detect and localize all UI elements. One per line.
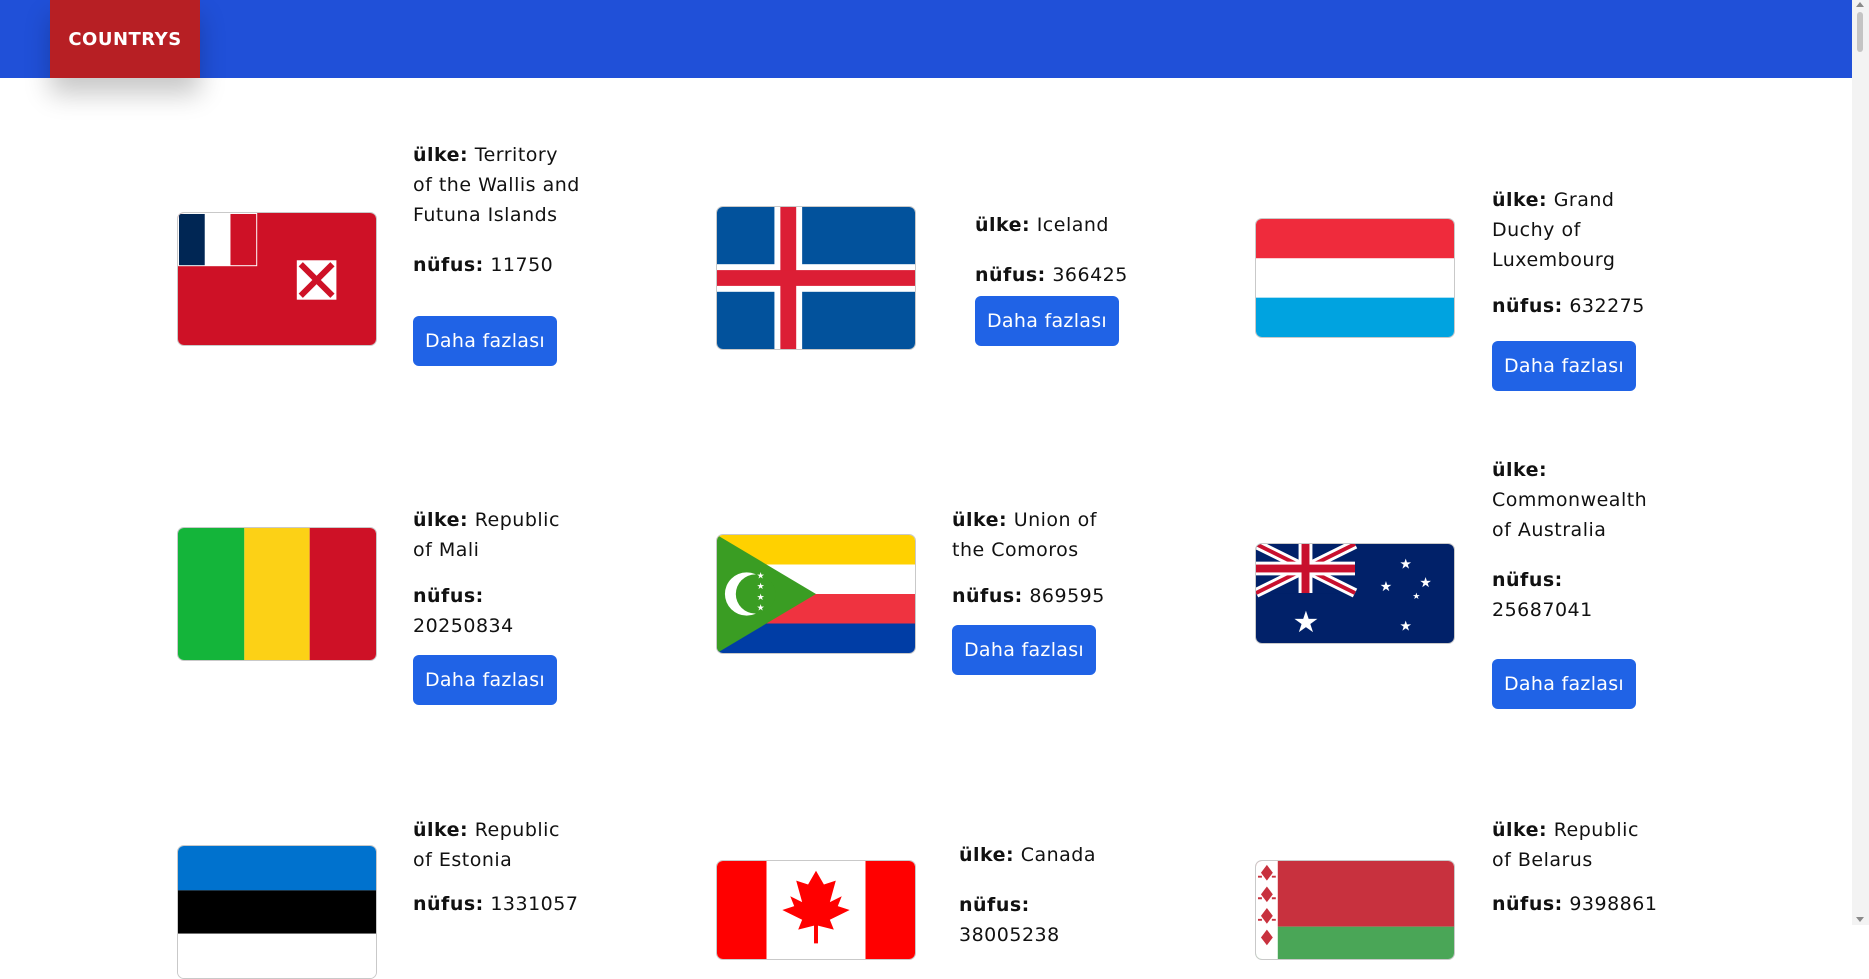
more-button[interactable]: Daha fazlası — [1492, 341, 1637, 391]
svg-text:★: ★ — [1400, 557, 1412, 573]
flag-mali — [177, 527, 377, 661]
country-line: ülke: Republic of Mali — [413, 509, 560, 561]
population-value: 1331057 — [490, 893, 579, 915]
country-line: ülke: Iceland — [975, 214, 1109, 236]
population-value: 869595 — [1029, 585, 1105, 607]
top-navbar: COUNTRYS — [0, 0, 1852, 78]
flag-canada — [716, 860, 916, 960]
more-button[interactable]: Daha fazlası — [413, 655, 558, 705]
population-line: nüfus: 20250834 — [413, 585, 514, 637]
flag-estonia — [177, 845, 377, 979]
flag-luxembourg — [1255, 218, 1455, 338]
scroll-down-arrow-icon[interactable] — [1856, 917, 1864, 922]
country-line: ülke: Grand Duchy of Luxembourg — [1492, 189, 1616, 271]
brand-logo[interactable]: COUNTRYS — [50, 0, 200, 78]
population-value: 11750 — [490, 254, 554, 276]
country-line: ülke: Territory of the Wallis and Futuna… — [413, 144, 580, 226]
flag-comoros: ★ ★ ★ ★ — [716, 534, 916, 654]
country-line: ülke: Commonwealth of Australia — [1492, 459, 1648, 541]
svg-text:★: ★ — [757, 582, 765, 592]
country-name: Commonwealth of Australia — [1492, 489, 1648, 541]
svg-text:★: ★ — [1412, 592, 1420, 602]
more-button[interactable]: Daha fazlası — [1492, 659, 1637, 709]
svg-text:★: ★ — [1293, 605, 1320, 639]
svg-text:★: ★ — [1419, 575, 1431, 591]
country-name: Iceland — [1036, 214, 1109, 236]
svg-text:★: ★ — [757, 593, 765, 603]
population-line: nüfus: 9398861 — [1492, 893, 1658, 915]
population-line: nüfus: 366425 — [975, 264, 1128, 286]
flag-iceland — [716, 206, 916, 350]
country-name: Canada — [1020, 844, 1097, 866]
country-line: ülke: Union of the Comoros — [952, 509, 1097, 561]
more-button[interactable]: Daha fazlası — [975, 296, 1120, 346]
population-line: nüfus: 11750 — [413, 254, 554, 276]
svg-text:★: ★ — [1400, 618, 1412, 634]
more-button[interactable]: Daha fazlası — [952, 625, 1097, 675]
flag-belarus — [1255, 860, 1455, 960]
vertical-scrollbar[interactable] — [1852, 0, 1869, 925]
scrollbar-thumb[interactable] — [1857, 12, 1863, 52]
population-value: 9398861 — [1569, 893, 1658, 915]
population-value: 38005238 — [959, 924, 1060, 946]
flag-australia: ★ ★ ★ ★ ★ ★ — [1255, 543, 1455, 644]
population-line: nüfus: 1331057 — [413, 893, 579, 915]
country-line: ülke: Republic of Estonia — [413, 819, 560, 871]
scroll-up-arrow-icon[interactable] — [1856, 2, 1864, 7]
population-line: nüfus: 869595 — [952, 585, 1105, 607]
svg-text:★: ★ — [757, 604, 765, 614]
population-value: 632275 — [1569, 295, 1645, 317]
svg-text:★: ★ — [1380, 579, 1392, 595]
population-line: nüfus: 25687041 — [1492, 569, 1593, 621]
population-value: 20250834 — [413, 615, 514, 637]
population-line: nüfus: 632275 — [1492, 295, 1645, 317]
population-line: nüfus: 38005238 — [959, 894, 1060, 946]
svg-text:★: ★ — [757, 571, 765, 581]
country-line: ülke: Canada — [959, 844, 1097, 866]
more-button[interactable]: Daha fazlası — [413, 316, 558, 366]
population-value: 366425 — [1052, 264, 1128, 286]
country-line: ülke: Republic of Belarus — [1492, 819, 1639, 871]
population-value: 25687041 — [1492, 599, 1593, 621]
flag-wallis-futuna — [177, 212, 377, 346]
